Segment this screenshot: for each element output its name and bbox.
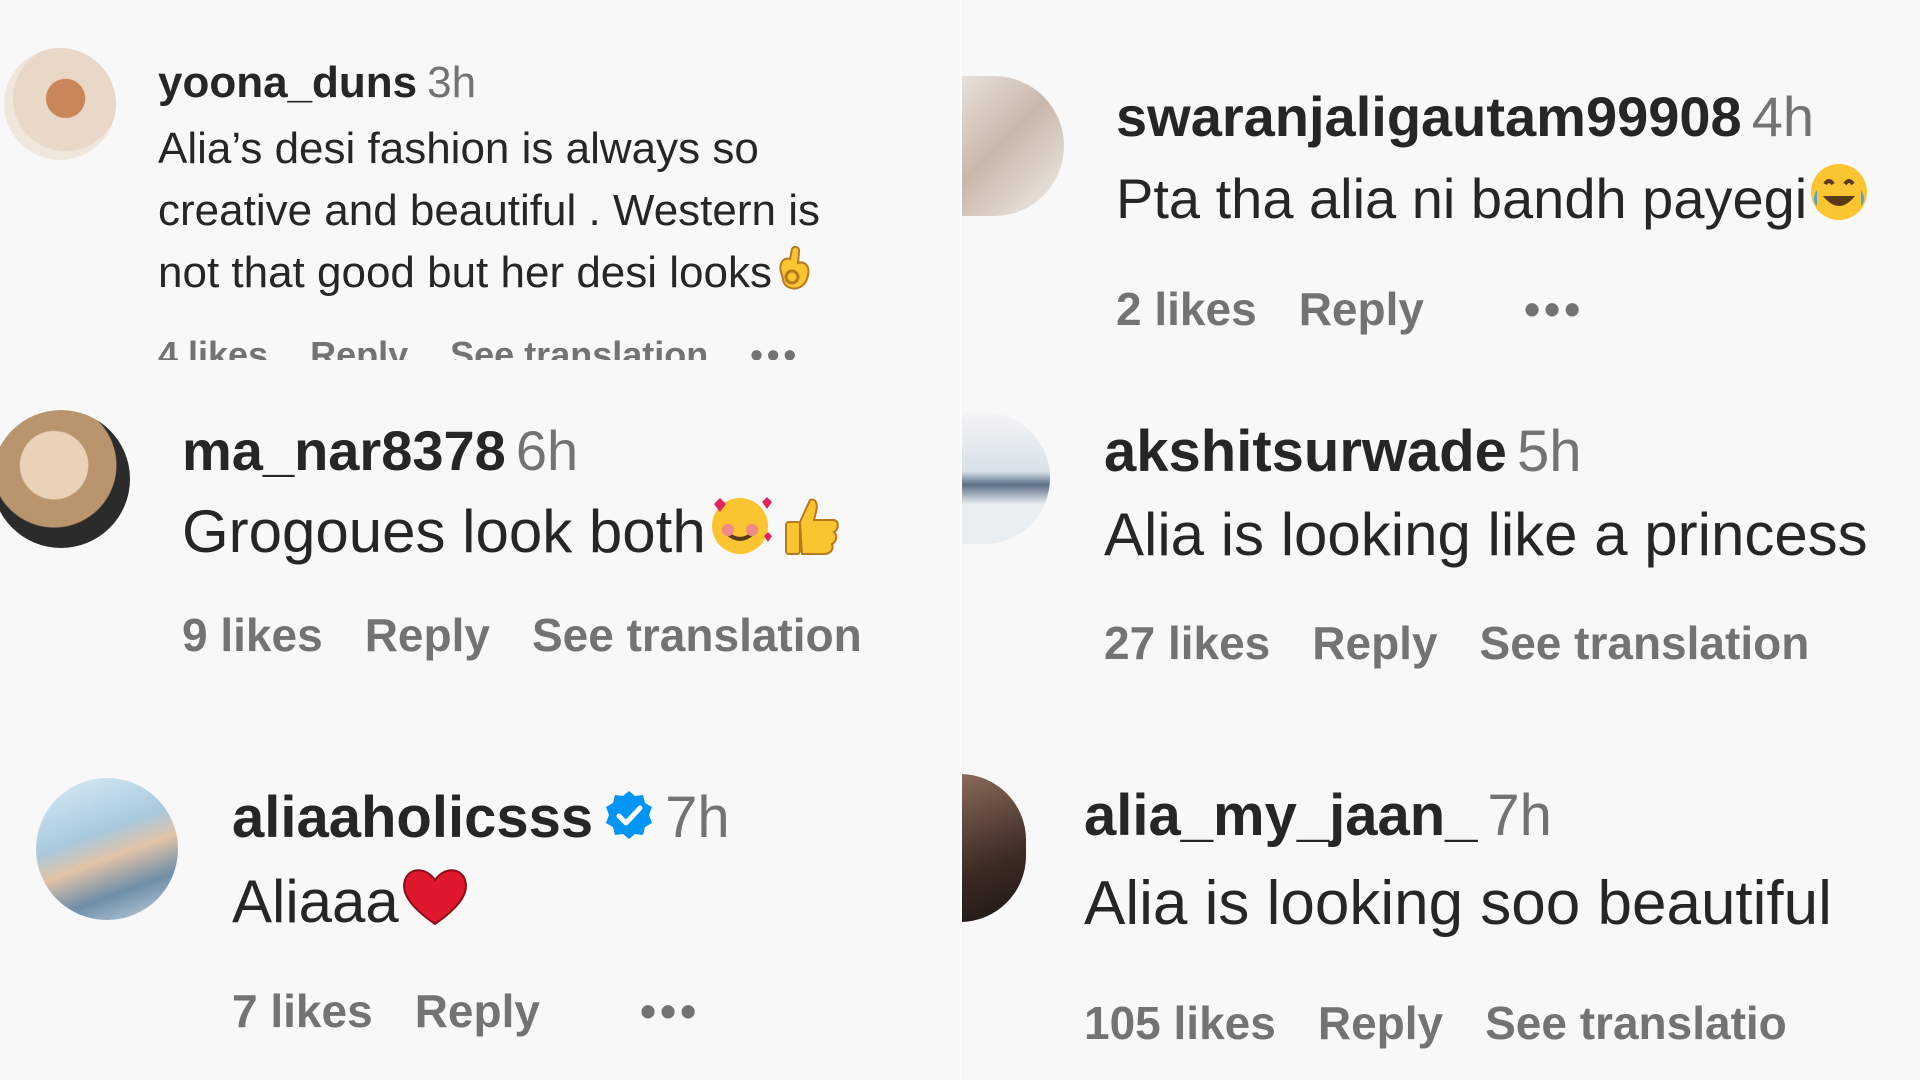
reply-button[interactable]: Reply [1318,997,1443,1049]
ok-hand-emoji [772,245,816,310]
likes-count[interactable]: 7 likes [232,985,373,1037]
comment-actions: 4 likes Reply See translation ••• [158,334,842,360]
comment-text: Alia is looking soo beautiful [1084,869,1832,938]
see-translation-button[interactable]: See translatio [1485,997,1787,1049]
comment-text: Pta tha alia ni bandh payegi [1116,160,1871,237]
avatar[interactable] [36,778,178,920]
comment-text-line: creative and beautiful . Western is [158,186,820,235]
likes-count[interactable]: 4 likes [158,334,268,360]
timestamp[interactable]: 7h [1487,783,1552,848]
timestamp[interactable]: 3h [427,58,476,107]
tears-of-joy-emoji [1807,160,1871,237]
panel-divider [960,0,962,1080]
avatar[interactable] [960,76,1064,216]
comment-text: Alia’s desi fashion is always so creativ… [158,118,820,310]
username[interactable]: aliaaholicsss [232,785,593,850]
comment-panel-6: alia_my_jaan_ 7h Alia is looking soo beau… [960,720,1920,1080]
see-translation-button[interactable]: See translation [532,609,862,661]
see-translation-button[interactable]: See translation [1480,617,1810,669]
comment-header: aliaaholicsss 7h [232,784,730,855]
comment-text: Grogoues look both [182,492,842,572]
reply-button[interactable]: Reply [415,985,540,1037]
username[interactable]: alia_my_jaan_ [1084,783,1477,848]
comment-actions: 2 likes Reply ••• [1116,282,1626,336]
comment-text: Alia is looking like a princess [1104,501,1868,568]
timestamp[interactable]: 6h [516,419,578,482]
comment-text-fragment: not that good but her desi looks [158,248,772,297]
username[interactable]: ma_nar8378 [182,419,506,482]
username[interactable]: akshitsurwade [1104,419,1507,484]
avatar[interactable] [960,774,1026,922]
timestamp[interactable]: 5h [1517,419,1582,484]
username[interactable]: yoona_duns [158,58,417,107]
reply-button[interactable]: Reply [310,334,408,360]
more-options-icon[interactable]: ••• [750,334,800,360]
more-options-icon[interactable]: ••• [640,985,700,1037]
reply-button[interactable]: Reply [1299,283,1424,335]
more-options-icon[interactable]: ••• [1524,283,1584,335]
red-heart-emoji [399,864,471,942]
likes-count[interactable]: 9 likes [182,609,323,661]
comment-actions: 27 likes Reply See translation [1104,616,1851,670]
comment-header: swaranjaligautam99908 4h [1116,84,1814,149]
avatar[interactable] [0,410,130,548]
comment-panel-1: yoona_duns 3h Alia’s desi fashion is alwa… [0,0,960,360]
timestamp[interactable]: 4h [1752,85,1814,148]
likes-count[interactable]: 105 likes [1084,997,1276,1049]
comment-text-fragment: Grogoues look both [182,498,706,565]
comment-panel-5: aliaaholicsss 7h Aliaaa 7 likes Reply ••• [0,720,960,1080]
smiling-hearts-emoji [706,492,776,572]
comment-actions: 9 likes Reply See translation [182,608,904,662]
comment-header: ma_nar8378 6h [182,418,578,483]
see-translation-button[interactable]: See translation [450,334,708,360]
comment-actions: 105 likes Reply See translatio [1084,996,1829,1050]
reply-button[interactable]: Reply [1312,617,1437,669]
comment-panel-3: ma_nar8378 6h Grogoues look both 9 likes R… [0,360,960,720]
likes-count[interactable]: 2 likes [1116,283,1257,335]
likes-count[interactable]: 27 likes [1104,617,1270,669]
comment-text-line: Alia’s desi fashion is always so [158,124,759,173]
verified-badge-icon [603,788,655,855]
comment-header: akshitsurwade 5h [1104,418,1581,485]
comment-text-fragment: Aliaaa [232,868,399,935]
avatar[interactable] [4,48,116,160]
comment-actions: 7 likes Reply ••• [232,984,742,1038]
username[interactable]: swaranjaligautam99908 [1116,85,1742,148]
comment-text-fragment: Pta tha alia ni bandh payegi [1116,167,1808,230]
thumbs-up-emoji [782,494,842,572]
comment-panel-4: akshitsurwade 5h Alia is looking like a p… [960,360,1920,720]
comment-text-line: not that good but her desi looks [158,242,820,310]
reply-button[interactable]: Reply [365,609,490,661]
comment-header: alia_my_jaan_ 7h [1084,782,1552,849]
comment-panel-2: swaranjaligautam99908 4h Pta tha alia ni … [960,0,1920,360]
comment-header: yoona_duns 3h [158,58,476,108]
avatar[interactable] [960,412,1050,544]
comment-text: Aliaaa [232,864,471,942]
timestamp[interactable]: 7h [665,785,730,850]
